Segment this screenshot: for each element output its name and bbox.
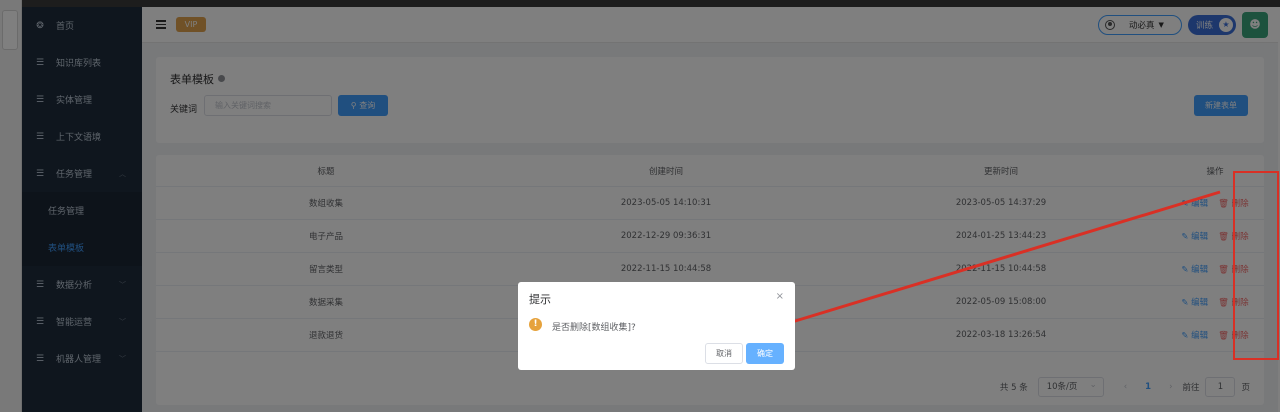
dialog-message: 是否删除[数组收集]?: [552, 323, 636, 333]
close-icon[interactable]: ×: [776, 291, 784, 302]
warning-icon: !: [529, 318, 542, 331]
confirm-delete-dialog: 提示 × ! 是否删除[数组收集]? 取消 确定: [518, 282, 795, 370]
confirm-button[interactable]: 确定: [746, 343, 784, 364]
cancel-button[interactable]: 取消: [705, 343, 743, 364]
dialog-title: 提示: [529, 293, 551, 306]
